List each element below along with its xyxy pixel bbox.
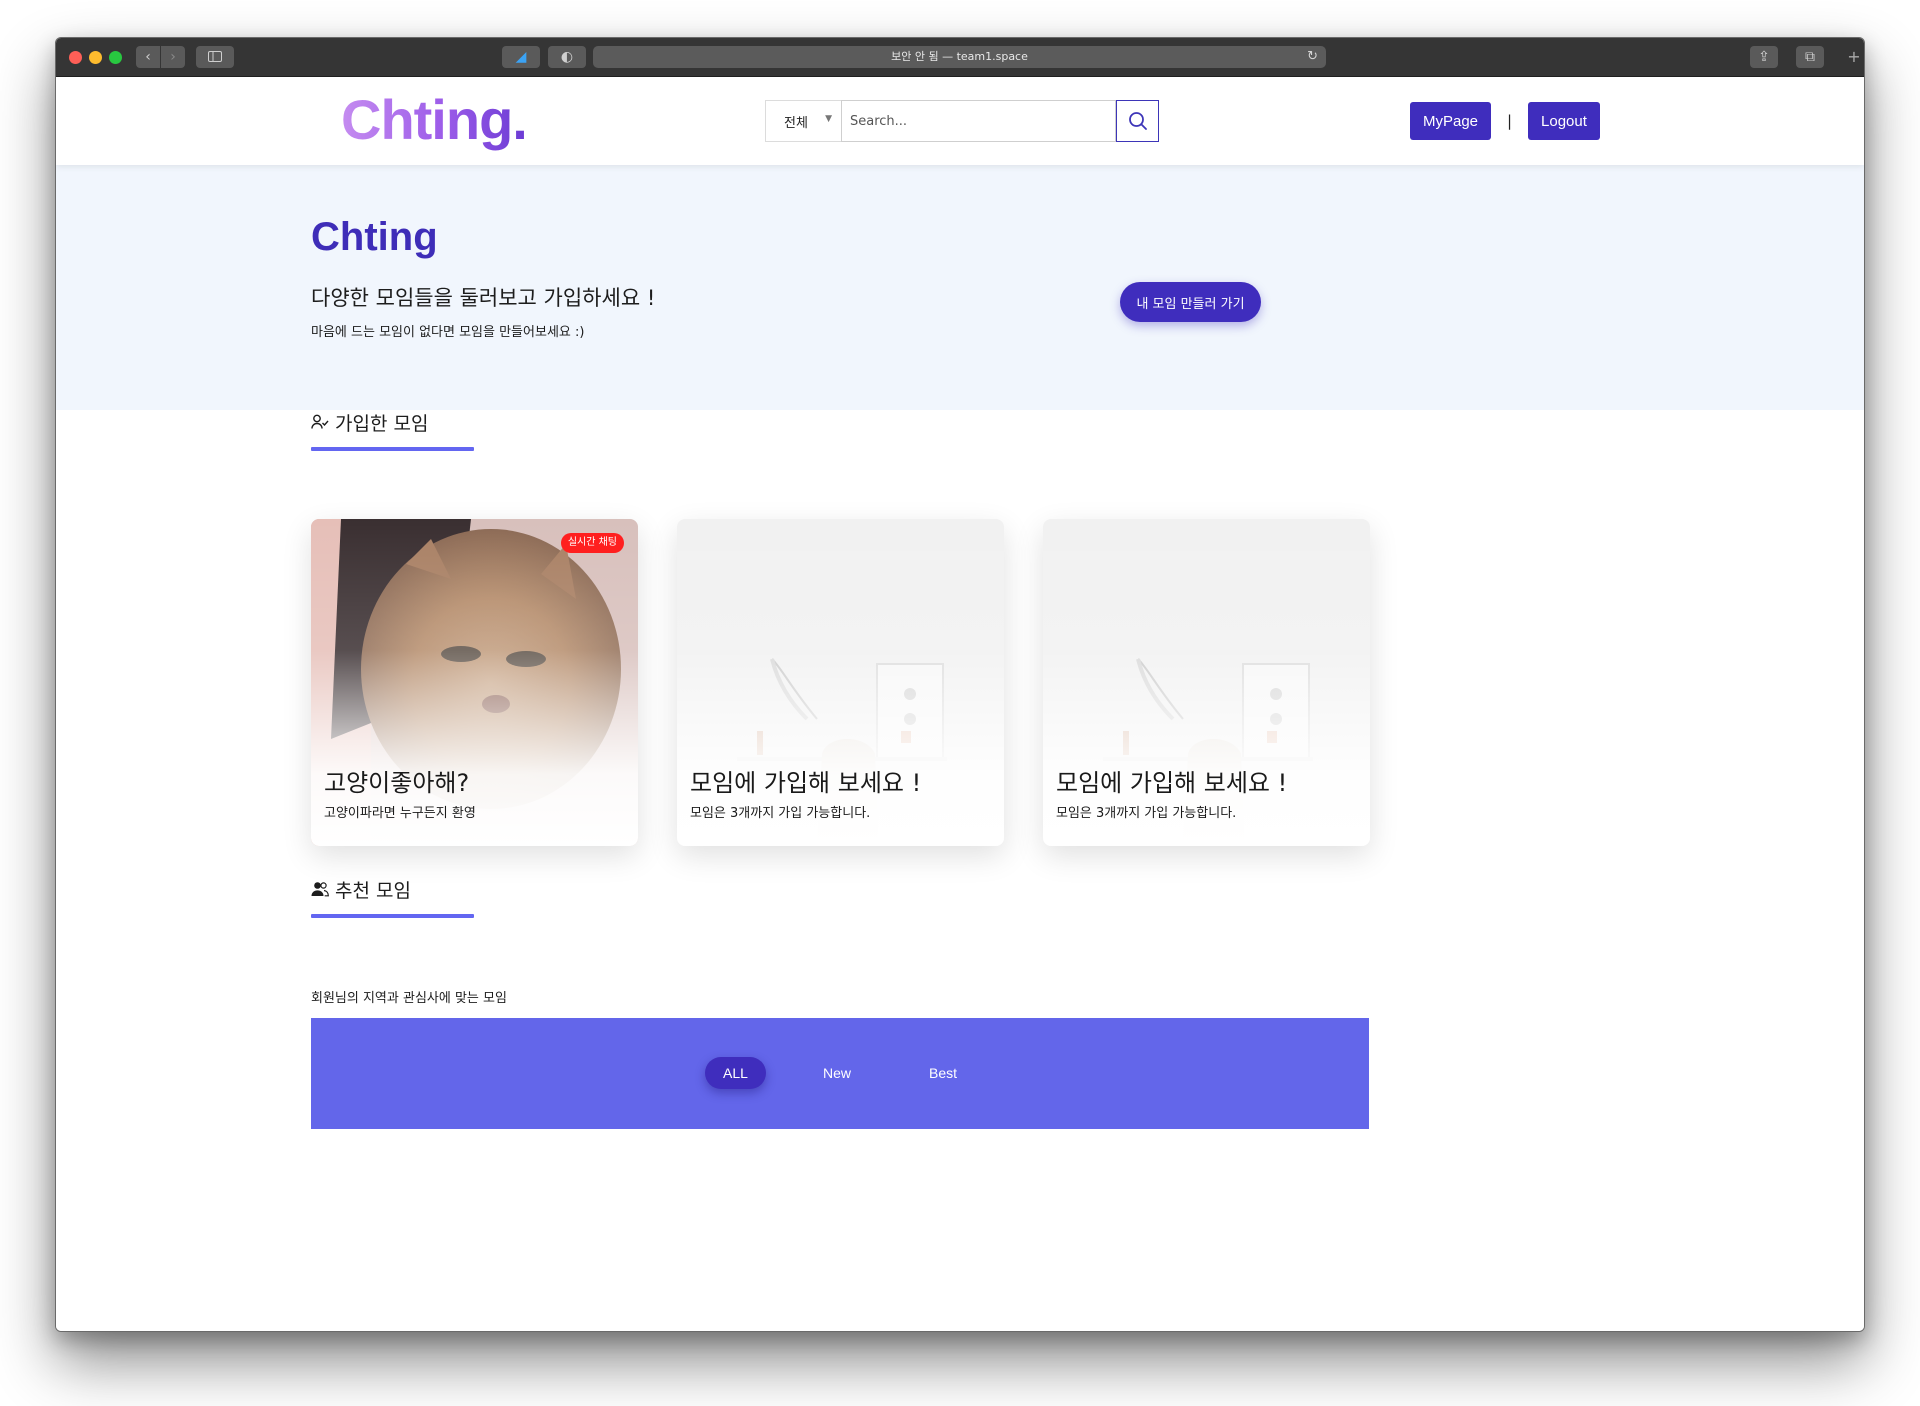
- tab-overview-icon[interactable]: ⧉: [1796, 46, 1824, 68]
- hero-title: Chting: [311, 215, 438, 259]
- sidebar-toggle-icon[interactable]: [196, 46, 234, 68]
- reload-icon[interactable]: ↻: [1307, 46, 1318, 68]
- address-text: 보안 안 됨 — team1.space: [891, 50, 1028, 63]
- hero-note: 마음에 드는 모임이 없다면 모임을 만들어보세요 :): [311, 325, 585, 340]
- hero-subtitle: 다양한 모임들을 둘러보고 가입하세요 !: [311, 286, 656, 310]
- filter-new-button[interactable]: New: [807, 1057, 867, 1089]
- browser-window: ‹ › ◢ ◐ 보안 안 됨 — team1.space ↻ ⇪ ⧉ + Cht…: [55, 37, 1865, 1332]
- recommended-section-label: 추천 모임: [335, 879, 411, 902]
- live-chat-badge: 실시간 채팅: [560, 533, 624, 553]
- filter-bar: ALL New Best: [311, 1018, 1369, 1129]
- new-tab-icon[interactable]: +: [1842, 46, 1864, 68]
- filter-all-button[interactable]: ALL: [705, 1057, 766, 1089]
- users-icon: [311, 882, 329, 897]
- card-description: 모임은 3개까지 가입 가능합니다.: [690, 806, 871, 821]
- search-bar: 전체 ▼: [765, 100, 1159, 142]
- share-icon[interactable]: ⇪: [1750, 46, 1778, 68]
- site-navbar: Chting. 전체 ▼ MyPage | Logout: [56, 77, 1864, 165]
- group-card[interactable]: 모임에 가입해 보세요 ! 모임은 3개까지 가입 가능합니다.: [677, 519, 1004, 846]
- joined-section-title: 가입한 모임: [311, 407, 474, 437]
- zoom-window-button[interactable]: [109, 51, 122, 64]
- search-button[interactable]: [1116, 100, 1159, 142]
- back-arrow-icon[interactable]: ‹: [136, 46, 160, 68]
- mypage-button[interactable]: MyPage: [1410, 102, 1492, 140]
- recommended-section-title: 추천 모임: [311, 874, 474, 904]
- browser-titlebar: ‹ › ◢ ◐ 보안 안 됨 — team1.space ↻ ⇪ ⧉ +: [56, 38, 1864, 77]
- user-check-icon: [311, 414, 329, 429]
- group-card[interactable]: 모임에 가입해 보세요 ! 모임은 3개까지 가입 가능합니다.: [1043, 519, 1370, 846]
- recommended-note: 회원님의 지역과 관심사에 맞는 모임: [311, 991, 507, 1006]
- create-group-button[interactable]: 내 모임 만들러 가기: [1120, 282, 1261, 322]
- logout-button[interactable]: Logout: [1528, 102, 1600, 140]
- nav-separator: |: [1507, 112, 1513, 130]
- filter-best-button[interactable]: Best: [913, 1057, 973, 1089]
- joined-section-label: 가입한 모임: [335, 412, 429, 435]
- extension-icon[interactable]: ◢: [502, 46, 540, 68]
- privacy-shield-icon[interactable]: ◐: [548, 46, 586, 68]
- search-icon: [1128, 112, 1147, 130]
- card-title: 고양이좋아해?: [324, 769, 470, 797]
- section-underline: [311, 447, 474, 451]
- card-title: 모임에 가입해 보세요 !: [1056, 769, 1288, 797]
- card-description: 고양이파라면 누구든지 환영: [324, 806, 476, 821]
- web-page: Chting. 전체 ▼ MyPage | Logout Chting 다양한 …: [56, 77, 1864, 1331]
- address-bar[interactable]: 보안 안 됨 — team1.space ↻: [593, 46, 1326, 68]
- group-card[interactable]: 실시간 채팅 고양이좋아해? 고양이파라면 누구든지 환영: [311, 519, 638, 846]
- card-description: 모임은 3개까지 가입 가능합니다.: [1056, 806, 1237, 821]
- search-input[interactable]: [841, 100, 1116, 142]
- recommended-section-header: 추천 모임: [311, 874, 474, 918]
- nav-actions: MyPage | Logout: [1410, 102, 1600, 140]
- chevron-down-icon: ▼: [825, 114, 832, 124]
- card-title: 모임에 가입해 보세요 !: [690, 769, 922, 797]
- joined-section-header: 가입한 모임: [311, 407, 474, 451]
- hero-banner: Chting 다양한 모임들을 둘러보고 가입하세요 ! 마음에 드는 모임이 …: [56, 165, 1864, 410]
- close-window-button[interactable]: [69, 51, 82, 64]
- forward-arrow-icon[interactable]: ›: [161, 46, 185, 68]
- search-category-value: 전체: [784, 115, 808, 131]
- search-category-select[interactable]: 전체 ▼: [765, 100, 841, 142]
- section-underline: [311, 914, 474, 918]
- site-logo[interactable]: Chting.: [341, 87, 528, 152]
- minimize-window-button[interactable]: [89, 51, 102, 64]
